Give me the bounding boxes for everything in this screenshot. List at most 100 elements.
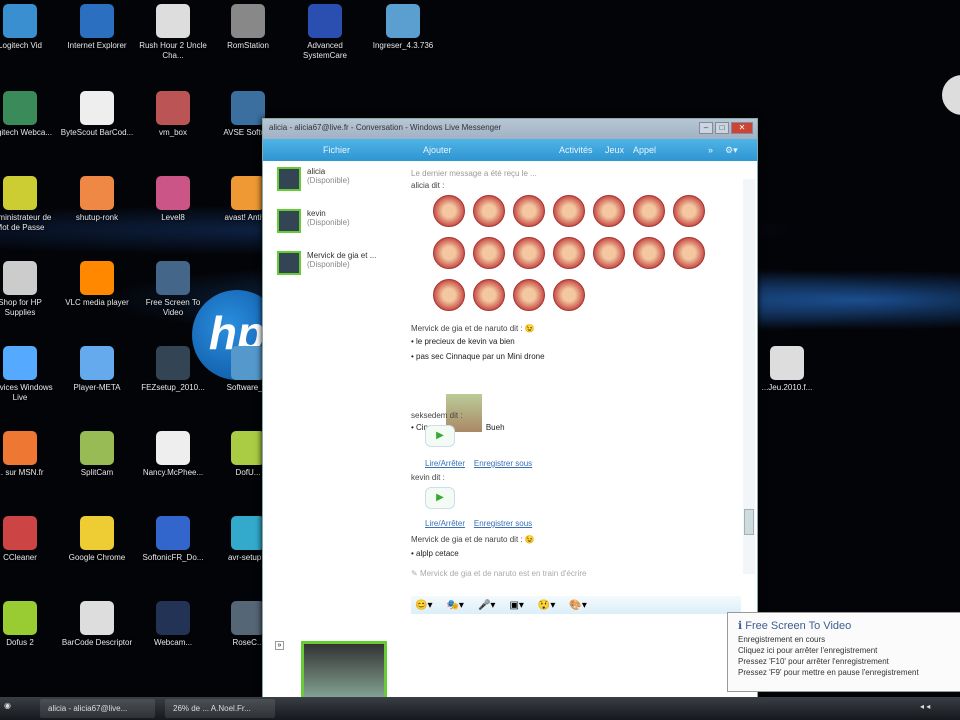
participant-item[interactable]: Mervick de gia et ... (Disponible) bbox=[263, 245, 403, 287]
desktop-icon[interactable]: Dofus 2 bbox=[0, 601, 58, 648]
desktop-icon[interactable]: CCleaner bbox=[0, 516, 58, 563]
voice-clip-icon[interactable]: 🎤▾ bbox=[478, 600, 495, 611]
app-icon bbox=[231, 601, 265, 635]
settings-icon[interactable]: ⚙▾ bbox=[725, 145, 738, 156]
desktop-icon[interactable]: Logitech Webca... bbox=[0, 91, 58, 138]
desktop-icon-label: shutup-ronk bbox=[75, 213, 119, 222]
save-as-link[interactable]: Enregistrer sous bbox=[474, 459, 532, 468]
input-toolbar: 😊▾ 🎭▾ 🎤▾ ▣▾ 😲▾ 🎨▾ bbox=[411, 596, 741, 614]
desktop-icon[interactable]: VLC media player bbox=[59, 261, 135, 308]
chat-scrollbar[interactable] bbox=[743, 179, 755, 574]
wink-menu-icon[interactable]: 🎭▾ bbox=[446, 600, 463, 611]
desktop-icon[interactable]: BarCode Descriptor bbox=[59, 601, 135, 648]
desktop-icon[interactable]: Webcam... bbox=[135, 601, 211, 648]
voice-clip-play-button[interactable]: ▶ bbox=[425, 487, 455, 509]
angry-emoticon-icon bbox=[593, 195, 625, 227]
app-icon bbox=[3, 431, 37, 465]
menu-icon[interactable]: » bbox=[708, 145, 713, 155]
toolbar-item-fichier[interactable]: Fichier bbox=[323, 145, 350, 155]
angry-emoticon-icon bbox=[673, 237, 705, 269]
desktop-icon[interactable]: Services Windows Live bbox=[0, 346, 58, 403]
desktop-icon[interactable]: Internet Explorer bbox=[59, 4, 135, 51]
angry-emoticon-icon bbox=[433, 195, 465, 227]
desktop-icon[interactable]: Ingreser_4.3.736 bbox=[365, 4, 441, 51]
app-icon bbox=[308, 4, 342, 38]
toolbar-item-ajouter[interactable]: Ajouter bbox=[423, 145, 452, 155]
desktop-icon-label: Dofus 2 bbox=[6, 638, 34, 647]
wink-emoticon-icon: 😉 bbox=[524, 535, 535, 544]
sender-line: Mervick de gia et de naruto dit : 😉 bbox=[411, 535, 535, 544]
desktop-icon[interactable]: Player-META bbox=[59, 346, 135, 393]
typing-indicator: ✎ Mervick de gia et de naruto est en tra… bbox=[411, 569, 587, 578]
emoticon-menu-icon[interactable]: 😊▾ bbox=[415, 600, 432, 611]
desktop-icon[interactable]: Advanced SystemCare bbox=[287, 4, 363, 61]
my-display-picture[interactable] bbox=[301, 641, 387, 701]
app-icon bbox=[156, 176, 190, 210]
play-stop-link[interactable]: Lire/Arrêter bbox=[425, 459, 465, 468]
desktop-icon[interactable]: Google Chrome bbox=[59, 516, 135, 563]
chat-message: • alplp cetace bbox=[411, 549, 459, 558]
voice-clip-play-button[interactable]: ▶ bbox=[425, 425, 455, 447]
nudge-icon[interactable]: 😲▾ bbox=[538, 600, 555, 611]
app-icon bbox=[156, 346, 190, 380]
desktop-icon[interactable]: Shop for HP Supplies bbox=[0, 261, 58, 318]
angry-emoticon-icon bbox=[633, 237, 665, 269]
desktop-icon[interactable]: ...Jeu.2010.f... bbox=[749, 346, 825, 393]
scrollbar-thumb[interactable] bbox=[744, 509, 754, 535]
desktop-icon[interactable]: Level8 bbox=[135, 176, 211, 223]
desktop-icon-label: Free Screen To Video bbox=[145, 298, 201, 317]
app-icon bbox=[386, 4, 420, 38]
angry-emoticon-icon bbox=[553, 195, 585, 227]
app-icon bbox=[156, 4, 190, 38]
desktop-icon-label: Logitech Webca... bbox=[0, 128, 52, 137]
messenger-window[interactable]: alicia - alicia67@live.fr - Conversation… bbox=[262, 118, 758, 701]
desktop-icon[interactable]: ... sur MSN.fr bbox=[0, 431, 58, 478]
tray-icons[interactable]: ◂ ◂ bbox=[920, 702, 930, 711]
play-stop-link[interactable]: Lire/Arrêter bbox=[425, 519, 465, 528]
toolbar-item-jeux[interactable]: Jeux bbox=[605, 145, 624, 155]
toolbar-item-activites[interactable]: Activités bbox=[559, 145, 593, 155]
notification-popup[interactable]: ℹ Free Screen To Video Enregistrement en… bbox=[727, 612, 960, 692]
desktop-icon-label: FEZsetup_2010... bbox=[141, 383, 205, 392]
desktop-icon-label: vm_box bbox=[158, 128, 187, 137]
app-icon bbox=[3, 4, 37, 38]
desktop-icon[interactable]: Administrateur de Mot de Passe bbox=[0, 176, 58, 233]
app-icon bbox=[80, 261, 114, 295]
taskbar-item-download[interactable]: 26% de ... A.Noel.Fr... bbox=[165, 699, 275, 718]
angry-emoticon-icon bbox=[473, 237, 505, 269]
desktop-icon[interactable]: FEZsetup_2010... bbox=[135, 346, 211, 393]
message-input[interactable] bbox=[411, 615, 751, 695]
expand-icon[interactable]: » bbox=[275, 641, 284, 650]
sender-line: Mervick de gia et de naruto dit : 😉 bbox=[411, 324, 535, 333]
background-icon[interactable]: 🎨▾ bbox=[569, 600, 586, 611]
maximize-button[interactable]: □ bbox=[715, 122, 729, 134]
title-bar[interactable]: alicia - alicia67@live.fr - Conversation… bbox=[263, 119, 757, 139]
participant-item[interactable]: alicia (Disponible) bbox=[263, 161, 403, 203]
sender-line: kevin dit : bbox=[411, 473, 445, 482]
desktop-icon[interactable]: ByteScout BarCod... bbox=[59, 91, 135, 138]
app-icon bbox=[3, 516, 37, 550]
close-button[interactable]: ✕ bbox=[731, 122, 753, 134]
font-icon[interactable]: ▣▾ bbox=[509, 600, 523, 611]
desktop-icon[interactable]: Free Screen To Video bbox=[135, 261, 211, 318]
desktop-icon[interactable]: Rush Hour 2 Uncle Cha... bbox=[135, 4, 211, 61]
desktop-icon[interactable]: SplitCam bbox=[59, 431, 135, 478]
participant-item[interactable]: kevin (Disponible) bbox=[263, 203, 403, 245]
taskbar-item-messenger[interactable]: alicia - alicia67@live... bbox=[40, 699, 155, 718]
save-as-link[interactable]: Enregistrer sous bbox=[474, 519, 532, 528]
toolbar-item-appel[interactable]: Appel bbox=[633, 145, 656, 155]
desktop-icon[interactable]: shutup-ronk bbox=[59, 176, 135, 223]
desktop-icon-label: ... sur MSN.fr bbox=[0, 468, 44, 477]
desktop-icon[interactable]: Nancy.McPhee... bbox=[135, 431, 211, 478]
app-icon bbox=[231, 4, 265, 38]
desktop-icon-label: ...Jeu.2010.f... bbox=[761, 383, 813, 392]
desktop-icon[interactable]: RomStation bbox=[210, 4, 286, 51]
desktop-icon[interactable]: vm_box bbox=[135, 91, 211, 138]
desktop-icon[interactable]: SoftonicFR_Do... bbox=[135, 516, 211, 563]
minimize-button[interactable]: – bbox=[699, 122, 713, 134]
start-button[interactable]: ◉ bbox=[4, 701, 11, 710]
avatar bbox=[277, 167, 301, 191]
desktop-icon[interactable]: Logitech Vid bbox=[0, 4, 58, 51]
app-icon bbox=[231, 431, 265, 465]
angry-emoticon-icon bbox=[553, 279, 585, 311]
